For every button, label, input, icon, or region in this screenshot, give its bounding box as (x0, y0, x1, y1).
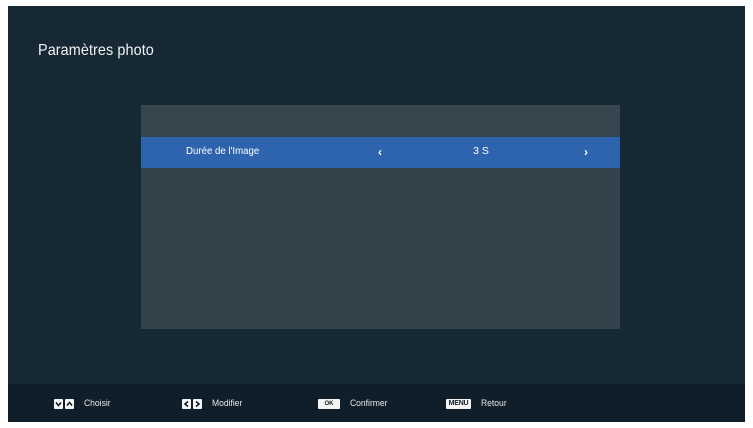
chevron-left-icon (182, 398, 191, 409)
chevron-up-icon (65, 398, 74, 409)
settings-panel: Durée de l'Image ‹ 3 S › (141, 105, 620, 329)
hint-label: Choisir (84, 398, 111, 409)
setting-label: Durée de l'Image (186, 145, 260, 157)
panel-header (141, 105, 620, 136)
setting-row-image-duration[interactable]: Durée de l'Image ‹ 3 S › (141, 137, 620, 168)
chevron-down-icon (54, 398, 63, 409)
tv-screen: Paramètres photo Durée de l'Image ‹ 3 S … (8, 6, 745, 422)
hint-label: Modifier (212, 398, 243, 409)
chevron-left-icon[interactable]: ‹ (373, 143, 387, 161)
chevron-right-icon (193, 398, 202, 409)
setting-value: 3 S (473, 145, 489, 157)
ok-key-icon: OK (318, 398, 340, 409)
hint-choose: Choisir (54, 398, 114, 409)
hint-modify: Modifier (182, 398, 246, 409)
page-title: Paramètres photo (38, 42, 154, 59)
footer-hint-bar: Choisir Modifier OK Confirmer MENU Retou… (8, 384, 745, 422)
hint-label: Retour (481, 398, 507, 409)
hint-back: MENU Retour (446, 398, 510, 409)
chevron-right-icon[interactable]: › (579, 143, 593, 161)
hint-label: Confirmer (350, 398, 388, 409)
hint-confirm: OK Confirmer (318, 398, 392, 409)
menu-key-icon: MENU (446, 398, 471, 409)
